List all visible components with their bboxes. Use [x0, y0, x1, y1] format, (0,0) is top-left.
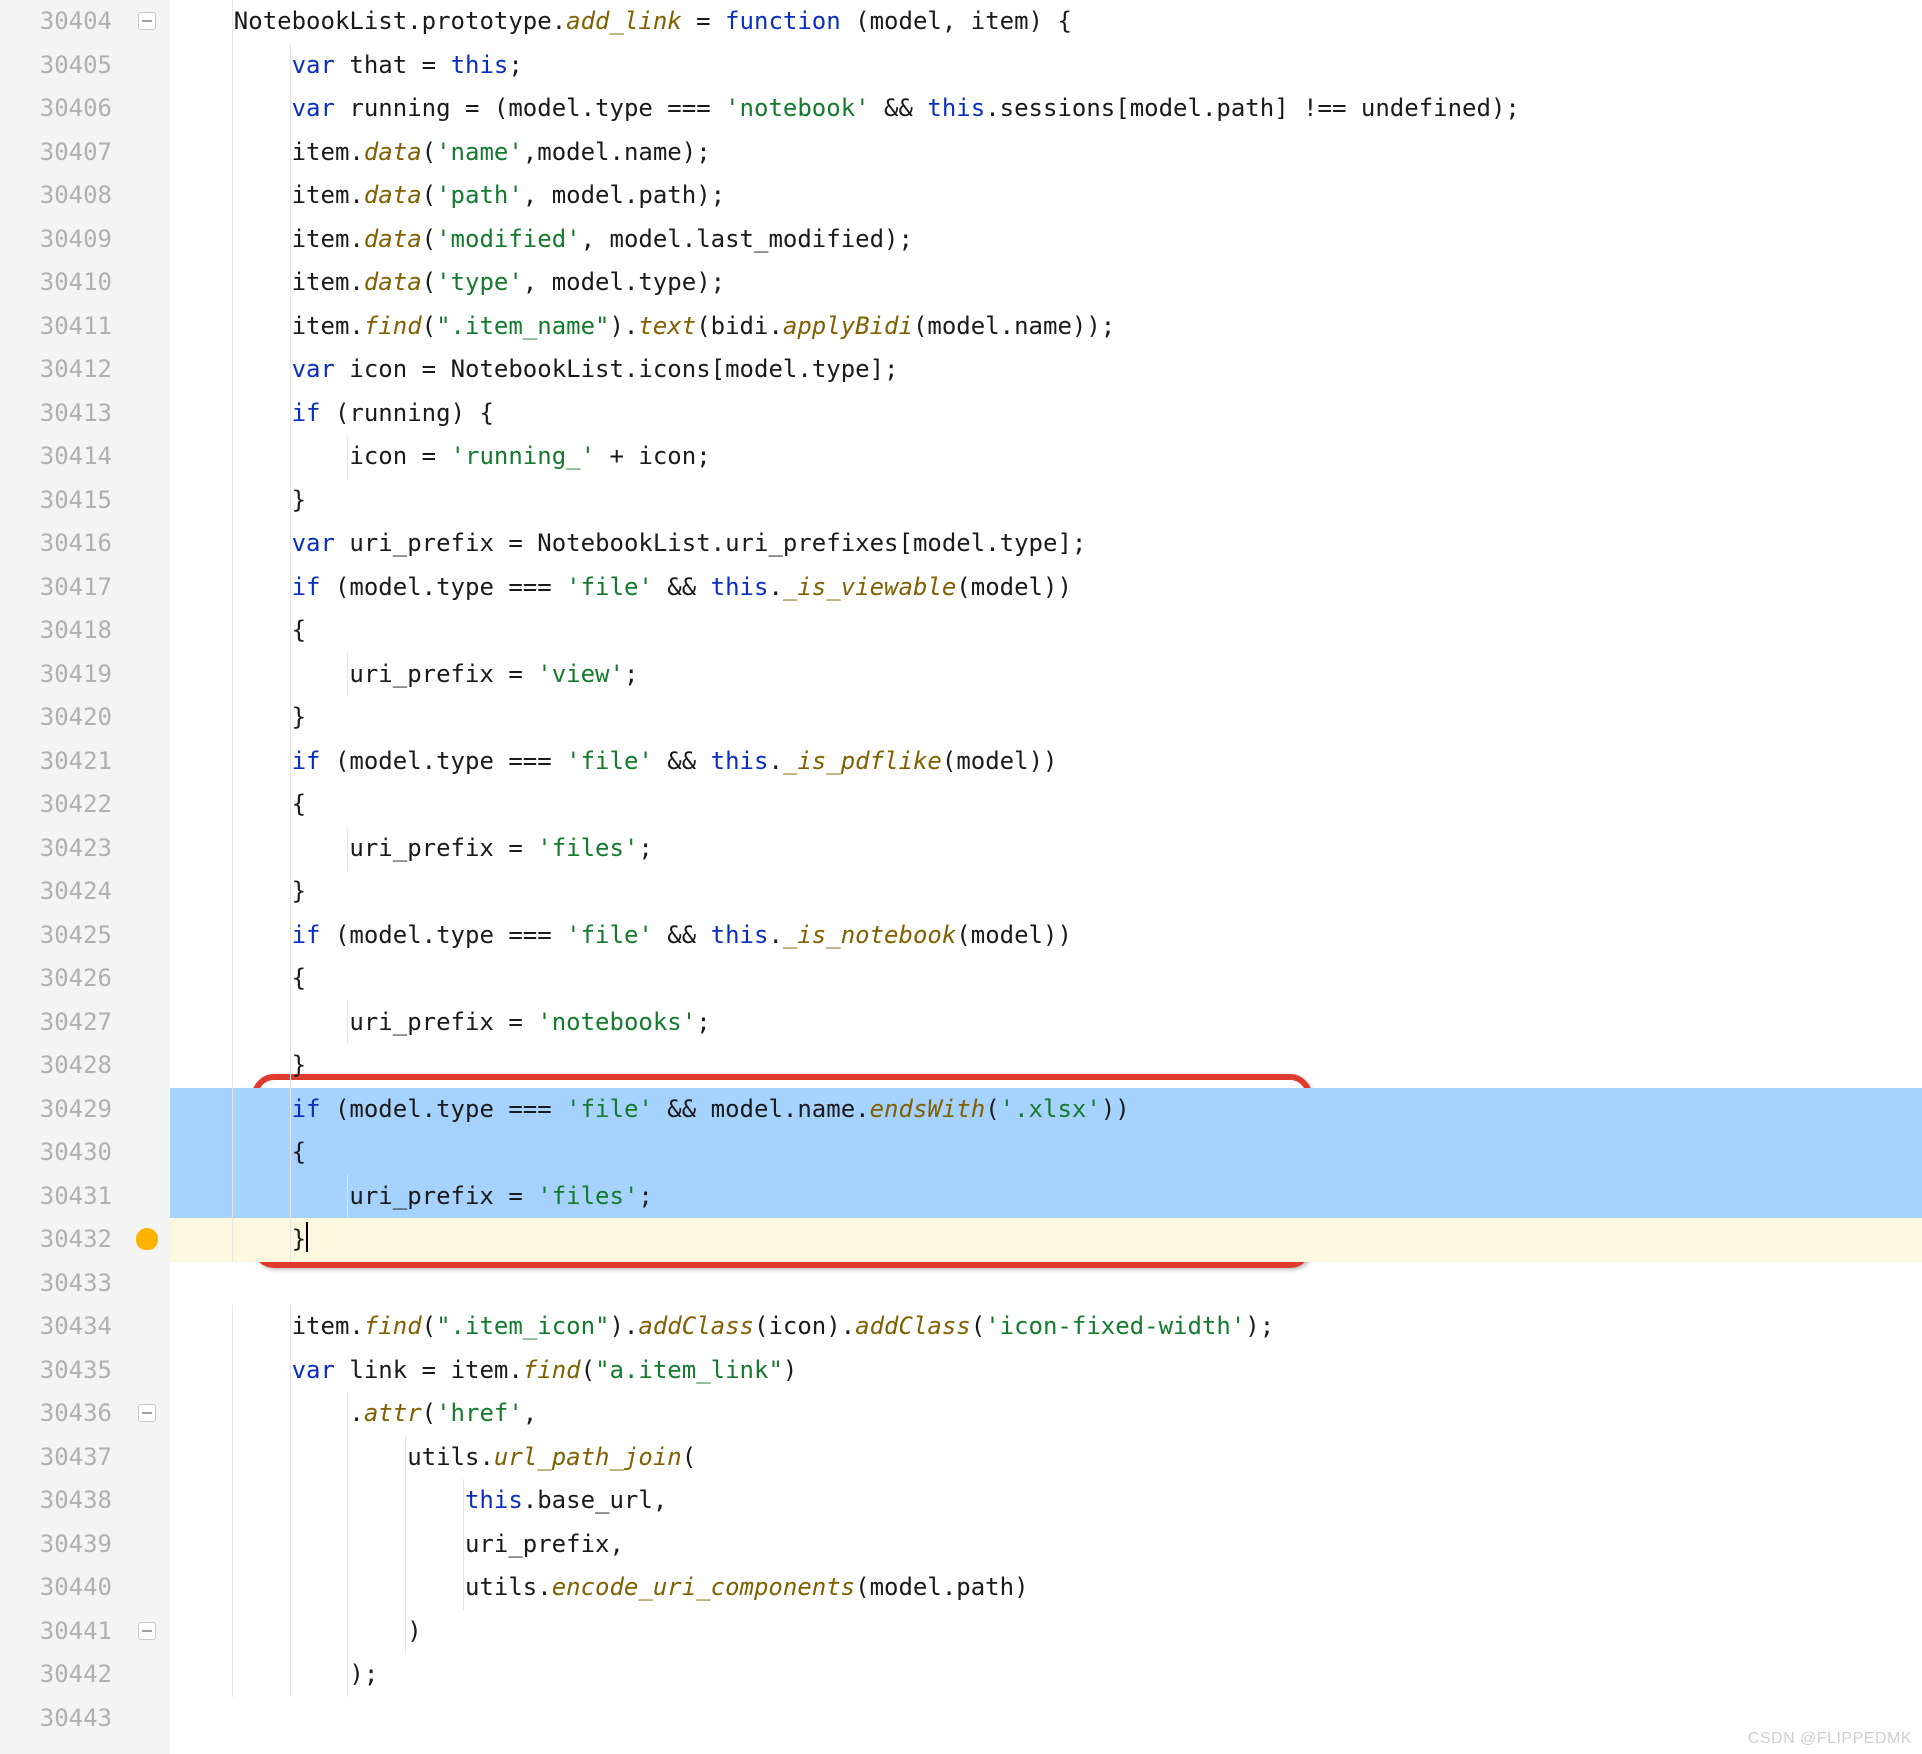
code-line[interactable]: { — [170, 783, 1922, 827]
gutter: 3040430405304063040730408304093041030411… — [0, 0, 170, 1754]
code-line[interactable]: NotebookList.prototype.add_link = functi… — [170, 0, 1922, 44]
code-line[interactable]: } — [170, 696, 1922, 740]
code-line[interactable] — [170, 1697, 1922, 1741]
line-number: 30413 — [0, 392, 124, 436]
line-number: 30410 — [0, 261, 124, 305]
code-line[interactable]: item.data('path', model.path); — [170, 174, 1922, 218]
line-number: 30411 — [0, 305, 124, 349]
code-line[interactable]: icon = 'running_' + icon; — [170, 435, 1922, 479]
line-number: 30421 — [0, 740, 124, 784]
line-number: 30433 — [0, 1262, 124, 1306]
line-number: 30435 — [0, 1349, 124, 1393]
line-number: 30422 — [0, 783, 124, 827]
line-number: 30430 — [0, 1131, 124, 1175]
code-line[interactable]: } — [170, 479, 1922, 523]
line-number: 30439 — [0, 1523, 124, 1567]
line-number: 30416 — [0, 522, 124, 566]
code-line[interactable]: uri_prefix = 'notebooks'; — [170, 1001, 1922, 1045]
code-line[interactable]: this.base_url, — [170, 1479, 1922, 1523]
line-number: 30404 — [0, 0, 124, 44]
line-number: 30424 — [0, 870, 124, 914]
line-number: 30442 — [0, 1653, 124, 1697]
line-number: 30443 — [0, 1697, 124, 1741]
code-line[interactable]: if (model.type === 'file' && this._is_no… — [170, 914, 1922, 958]
code-line[interactable]: var icon = NotebookList.icons[model.type… — [170, 348, 1922, 392]
code-line[interactable]: uri_prefix = 'view'; — [170, 653, 1922, 697]
code-line[interactable]: { — [170, 1131, 1922, 1175]
code-line[interactable]: item.find(".item_icon").addClass(icon).a… — [170, 1305, 1922, 1349]
fold-column — [124, 0, 170, 1754]
lightbulb-icon[interactable] — [136, 1228, 158, 1250]
code-line[interactable]: if (model.type === 'file' && this._is_vi… — [170, 566, 1922, 610]
fold-toggle-icon[interactable] — [138, 1622, 156, 1640]
code-line[interactable]: var link = item.find("a.item_link") — [170, 1349, 1922, 1393]
line-number: 30423 — [0, 827, 124, 871]
line-number: 30429 — [0, 1088, 124, 1132]
line-number: 30406 — [0, 87, 124, 131]
line-number: 30434 — [0, 1305, 124, 1349]
line-number: 30425 — [0, 914, 124, 958]
line-number: 30420 — [0, 696, 124, 740]
line-number: 30418 — [0, 609, 124, 653]
line-number: 30412 — [0, 348, 124, 392]
code-line[interactable]: } — [170, 870, 1922, 914]
code-area[interactable]: NotebookList.prototype.add_link = functi… — [170, 0, 1922, 1754]
code-line[interactable]: uri_prefix = 'files'; — [170, 827, 1922, 871]
line-number: 30426 — [0, 957, 124, 1001]
code-line[interactable]: item.data('type', model.type); — [170, 261, 1922, 305]
line-number: 30419 — [0, 653, 124, 697]
fold-toggle-icon[interactable] — [138, 12, 156, 30]
code-line[interactable]: var uri_prefix = NotebookList.uri_prefix… — [170, 522, 1922, 566]
line-number: 30436 — [0, 1392, 124, 1436]
line-number: 30409 — [0, 218, 124, 262]
code-line[interactable]: var running = (model.type === 'notebook'… — [170, 87, 1922, 131]
line-number: 30427 — [0, 1001, 124, 1045]
code-line[interactable]: if (model.type === 'file' && this._is_pd… — [170, 740, 1922, 784]
line-number: 30405 — [0, 44, 124, 88]
line-number: 30417 — [0, 566, 124, 610]
code-line[interactable]: if (running) { — [170, 392, 1922, 436]
code-line[interactable]: item.data('name',model.name); — [170, 131, 1922, 175]
code-line[interactable]: .attr('href', — [170, 1392, 1922, 1436]
line-number: 30408 — [0, 174, 124, 218]
line-number-column: 3040430405304063040730408304093041030411… — [0, 0, 124, 1740]
line-number: 30407 — [0, 131, 124, 175]
line-number: 30438 — [0, 1479, 124, 1523]
code-editor[interactable]: 3040430405304063040730408304093041030411… — [0, 0, 1922, 1754]
code-line[interactable]: if (model.type === 'file' && model.name.… — [170, 1088, 1922, 1132]
code-line[interactable]: uri_prefix = 'files'; — [170, 1175, 1922, 1219]
line-number: 30441 — [0, 1610, 124, 1654]
line-number: 30431 — [0, 1175, 124, 1219]
code-line[interactable]: item.data('modified', model.last_modifie… — [170, 218, 1922, 262]
code-line[interactable]: utils.url_path_join( — [170, 1436, 1922, 1480]
code-line[interactable]: utils.encode_uri_components(model.path) — [170, 1566, 1922, 1610]
fold-toggle-icon[interactable] — [138, 1404, 156, 1422]
line-number: 30414 — [0, 435, 124, 479]
code-line[interactable]: { — [170, 957, 1922, 1001]
code-line[interactable] — [170, 1262, 1922, 1306]
code-line[interactable]: { — [170, 609, 1922, 653]
line-number: 30432 — [0, 1218, 124, 1262]
code-line[interactable]: ) — [170, 1610, 1922, 1654]
line-number: 30440 — [0, 1566, 124, 1610]
line-number: 30428 — [0, 1044, 124, 1088]
code-line[interactable]: uri_prefix, — [170, 1523, 1922, 1567]
line-number: 30437 — [0, 1436, 124, 1480]
code-line[interactable]: var that = this; — [170, 44, 1922, 88]
text-caret — [306, 1222, 308, 1252]
code-line[interactable]: } — [170, 1218, 1922, 1262]
code-line[interactable]: ); — [170, 1653, 1922, 1697]
line-number: 30415 — [0, 479, 124, 523]
code-line[interactable]: item.find(".item_name").text(bidi.applyB… — [170, 305, 1922, 349]
watermark-text: CSDN @FLIPPEDMK — [1748, 1730, 1912, 1748]
code-line[interactable]: } — [170, 1044, 1922, 1088]
